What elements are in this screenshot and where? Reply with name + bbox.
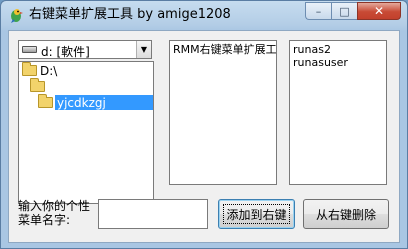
- folder-list[interactable]: D:\ yjcdkzgj: [18, 61, 154, 204]
- list-item[interactable]: runas2: [293, 43, 331, 56]
- open-folder-icon: [22, 62, 37, 76]
- close-icon: ✕: [373, 4, 385, 18]
- close-button[interactable]: ✕: [357, 2, 401, 20]
- minimize-icon: –: [315, 4, 322, 18]
- folder-item-selected[interactable]: yjcdkzgj: [19, 94, 153, 111]
- add-to-context-menu-button[interactable]: 添加到右键: [218, 199, 295, 229]
- remove-from-context-menu-button[interactable]: 从右键删除: [303, 199, 389, 229]
- caption-buttons: – □ ✕: [305, 2, 401, 21]
- focus-ring: [223, 204, 290, 224]
- user-list[interactable]: runas2 runasuser: [289, 40, 387, 185]
- maximize-button[interactable]: □: [331, 2, 357, 20]
- open-folder-icon: [30, 78, 45, 92]
- folder-label: D:\: [40, 64, 58, 78]
- drive-select[interactable]: d: [軟件] ▼: [18, 40, 152, 59]
- parrot-icon[interactable]: [8, 7, 24, 23]
- title-bar[interactable]: 右键菜单扩展工具 by amige1208 – □ ✕: [1, 1, 407, 29]
- maximize-icon: □: [339, 4, 350, 18]
- list-item[interactable]: RMM右键菜单扩展工: [173, 43, 276, 56]
- minimize-button[interactable]: –: [305, 2, 331, 20]
- folder-label: yjcdkzgj: [57, 96, 106, 110]
- drive-select-value: d: [軟件]: [41, 45, 90, 59]
- client-area: d: [軟件] ▼ D:\ yjcdkzgj RMM右键菜单扩展工 runas2: [8, 30, 400, 243]
- folder-item[interactable]: D:\: [19, 62, 153, 79]
- drive-icon: [22, 46, 37, 53]
- folder-item[interactable]: [19, 78, 153, 95]
- menu-name-input[interactable]: [98, 199, 208, 229]
- menu-name-prompt: 输入你的个性菜单名字:: [18, 199, 91, 227]
- window-title: 右键菜单扩展工具 by amige1208: [29, 7, 231, 22]
- menu-name-list[interactable]: RMM右键菜单扩展工: [169, 40, 277, 185]
- list-item[interactable]: runasuser: [293, 56, 348, 69]
- app-window: 右键菜单扩展工具 by amige1208 – □ ✕ d: [軟件] ▼ D:…: [0, 0, 408, 249]
- remove-button-label: 从右键删除: [315, 207, 376, 222]
- open-folder-icon: [38, 94, 53, 108]
- dropdown-arrow-icon[interactable]: ▼: [136, 41, 151, 58]
